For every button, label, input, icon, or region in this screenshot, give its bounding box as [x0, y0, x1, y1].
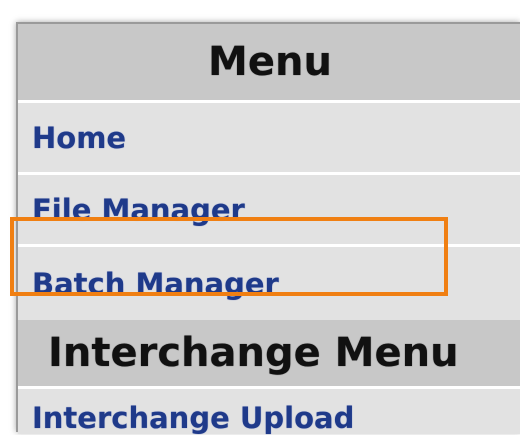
home-link[interactable]: Home	[32, 121, 126, 155]
interchange-upload-link[interactable]: Interchange Upload	[32, 401, 354, 435]
menu-item-home[interactable]: Home	[18, 100, 520, 172]
navigation-menu-panel: Menu Home File Manager Batch Manager Int…	[16, 22, 520, 435]
file-manager-link[interactable]: File Manager	[32, 193, 245, 227]
menu-item-batch-manager[interactable]: Batch Manager	[18, 244, 520, 320]
menu-header: Menu	[18, 24, 520, 100]
interchange-menu-header: Interchange Menu	[18, 320, 520, 386]
menu-item-interchange-upload[interactable]: Interchange Upload	[18, 386, 520, 435]
batch-manager-link[interactable]: Batch Manager	[32, 267, 279, 301]
menu-item-file-manager[interactable]: File Manager	[18, 172, 520, 244]
